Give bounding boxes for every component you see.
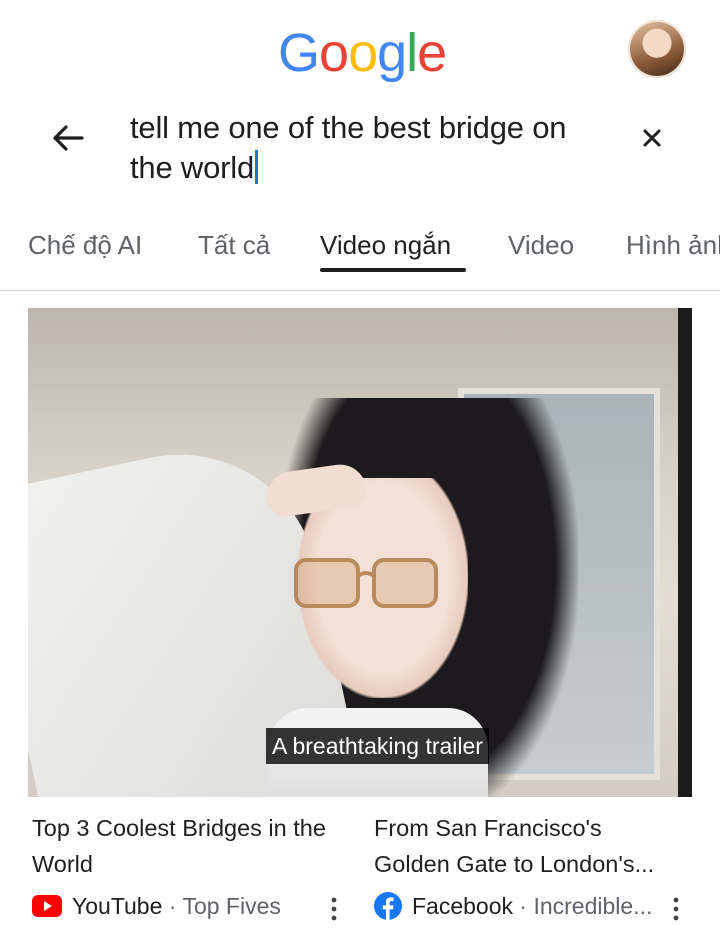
result-title[interactable]: From San Francisco's Golden Gate to Lond… xyxy=(374,810,684,882)
video-caption: A breathtaking trailer xyxy=(266,728,489,764)
channel-name: Incredible... xyxy=(533,892,653,919)
search-results-page: Google tell me one of the best bridge on… xyxy=(0,0,720,948)
search-query-line2: the world xyxy=(130,150,254,185)
arrow-left-icon xyxy=(53,125,84,151)
result-source: YouTube · Top Fives xyxy=(32,888,281,924)
result-title[interactable]: Top 3 Coolest Bridges in the World xyxy=(32,810,352,882)
logo-letter: o xyxy=(319,23,349,83)
result-source: Facebook · Incredible... xyxy=(374,888,652,924)
more-options-button[interactable] xyxy=(324,896,344,922)
tab-ai-mode[interactable]: Chế độ AI xyxy=(28,230,142,261)
video-thumbnail[interactable]: A breathtaking trailer xyxy=(28,308,692,797)
channel-name: Top Fives xyxy=(182,892,281,919)
logo-letter: o xyxy=(348,23,378,83)
close-icon xyxy=(643,129,661,147)
logo-letter: g xyxy=(377,23,407,83)
source-name: Facebook xyxy=(412,892,514,919)
user-avatar[interactable] xyxy=(628,20,686,78)
text-caret xyxy=(255,150,258,184)
youtube-icon xyxy=(32,895,62,917)
search-query-line1: tell me one of the best bridge on xyxy=(130,110,567,145)
source-name: YouTube xyxy=(72,892,163,919)
facebook-icon xyxy=(374,892,402,920)
logo-letter: e xyxy=(417,23,447,83)
logo-letter: l xyxy=(406,23,418,83)
active-tab-indicator xyxy=(320,268,466,272)
logo-letter: G xyxy=(278,23,320,83)
google-logo[interactable]: Google xyxy=(278,22,447,84)
more-options-button[interactable] xyxy=(666,896,686,922)
clear-search-button[interactable] xyxy=(630,116,674,160)
search-tabs: Chế độ AI Tất cả Video ngắn Video Hình ả… xyxy=(0,214,720,291)
tab-all[interactable]: Tất cả xyxy=(198,230,270,261)
tab-images[interactable]: Hình ảnh xyxy=(626,230,720,261)
more-vert-icon xyxy=(331,897,337,921)
tab-short-videos[interactable]: Video ngắn xyxy=(320,230,451,261)
more-vert-icon xyxy=(673,897,679,921)
search-input[interactable]: tell me one of the best bridge on the wo… xyxy=(130,108,610,188)
back-button[interactable] xyxy=(44,114,92,162)
tab-videos[interactable]: Video xyxy=(508,230,574,261)
